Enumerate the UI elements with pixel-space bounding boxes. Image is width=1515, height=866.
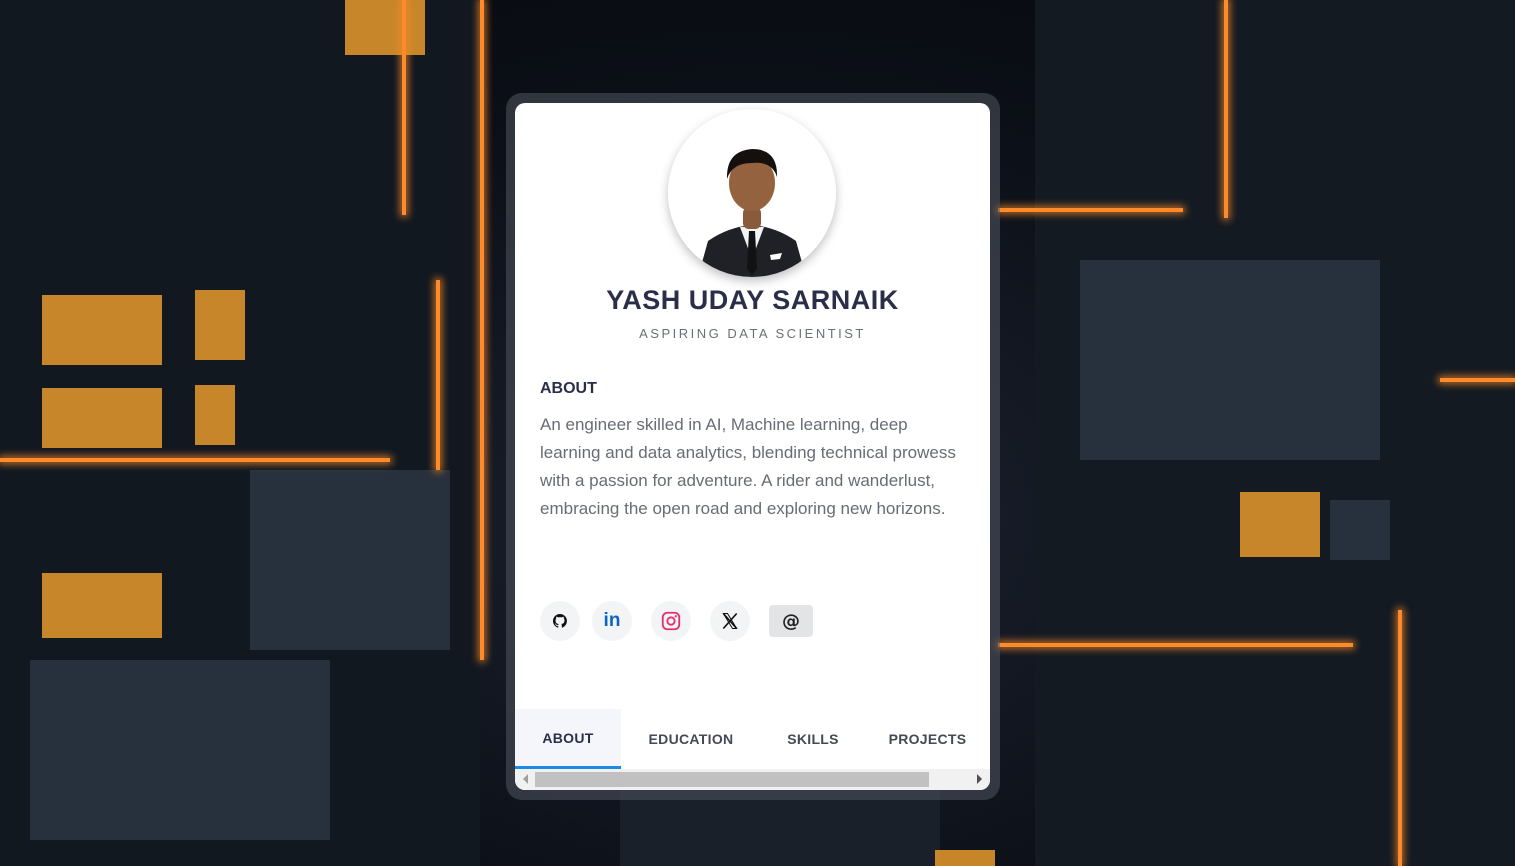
tab-education[interactable]: EDUCATION	[621, 709, 761, 769]
scroll-right-arrow-icon[interactable]	[977, 774, 982, 784]
instagram-link[interactable]	[651, 601, 691, 641]
linkedin-link[interactable]: in	[592, 601, 632, 641]
profile-role: ASPIRING DATA SCIENTIST	[639, 326, 866, 341]
x-link[interactable]	[710, 601, 750, 641]
github-icon	[553, 614, 567, 628]
profile-name: YASH UDAY SARNAIK	[606, 285, 899, 315]
scroll-left-arrow-icon[interactable]	[523, 774, 528, 784]
instagram-icon	[661, 611, 681, 631]
scrollbar-thumb[interactable]	[535, 772, 929, 787]
tabs-horizontal-scrollbar[interactable]	[515, 769, 990, 790]
at-sign-icon: @	[782, 610, 800, 632]
tab-projects[interactable]: PROJECTS	[865, 709, 990, 769]
email-link[interactable]: @	[769, 605, 813, 637]
profile-card: YASH UDAY SARNAIK ASPIRING DATA SCIENTIS…	[515, 103, 990, 790]
person-portrait-icon	[668, 109, 836, 277]
tab-skills[interactable]: SKILLS	[761, 709, 865, 769]
github-link[interactable]	[540, 601, 580, 641]
avatar	[668, 109, 836, 277]
section-tabs: ABOUT EDUCATION SKILLS PROJECTS	[515, 709, 990, 769]
about-heading: ABOUT	[540, 380, 597, 397]
about-text: An engineer skilled in AI, Machine learn…	[540, 415, 956, 518]
tab-about[interactable]: ABOUT	[515, 709, 621, 769]
x-icon	[722, 612, 738, 630]
linkedin-icon: in	[603, 610, 621, 631]
